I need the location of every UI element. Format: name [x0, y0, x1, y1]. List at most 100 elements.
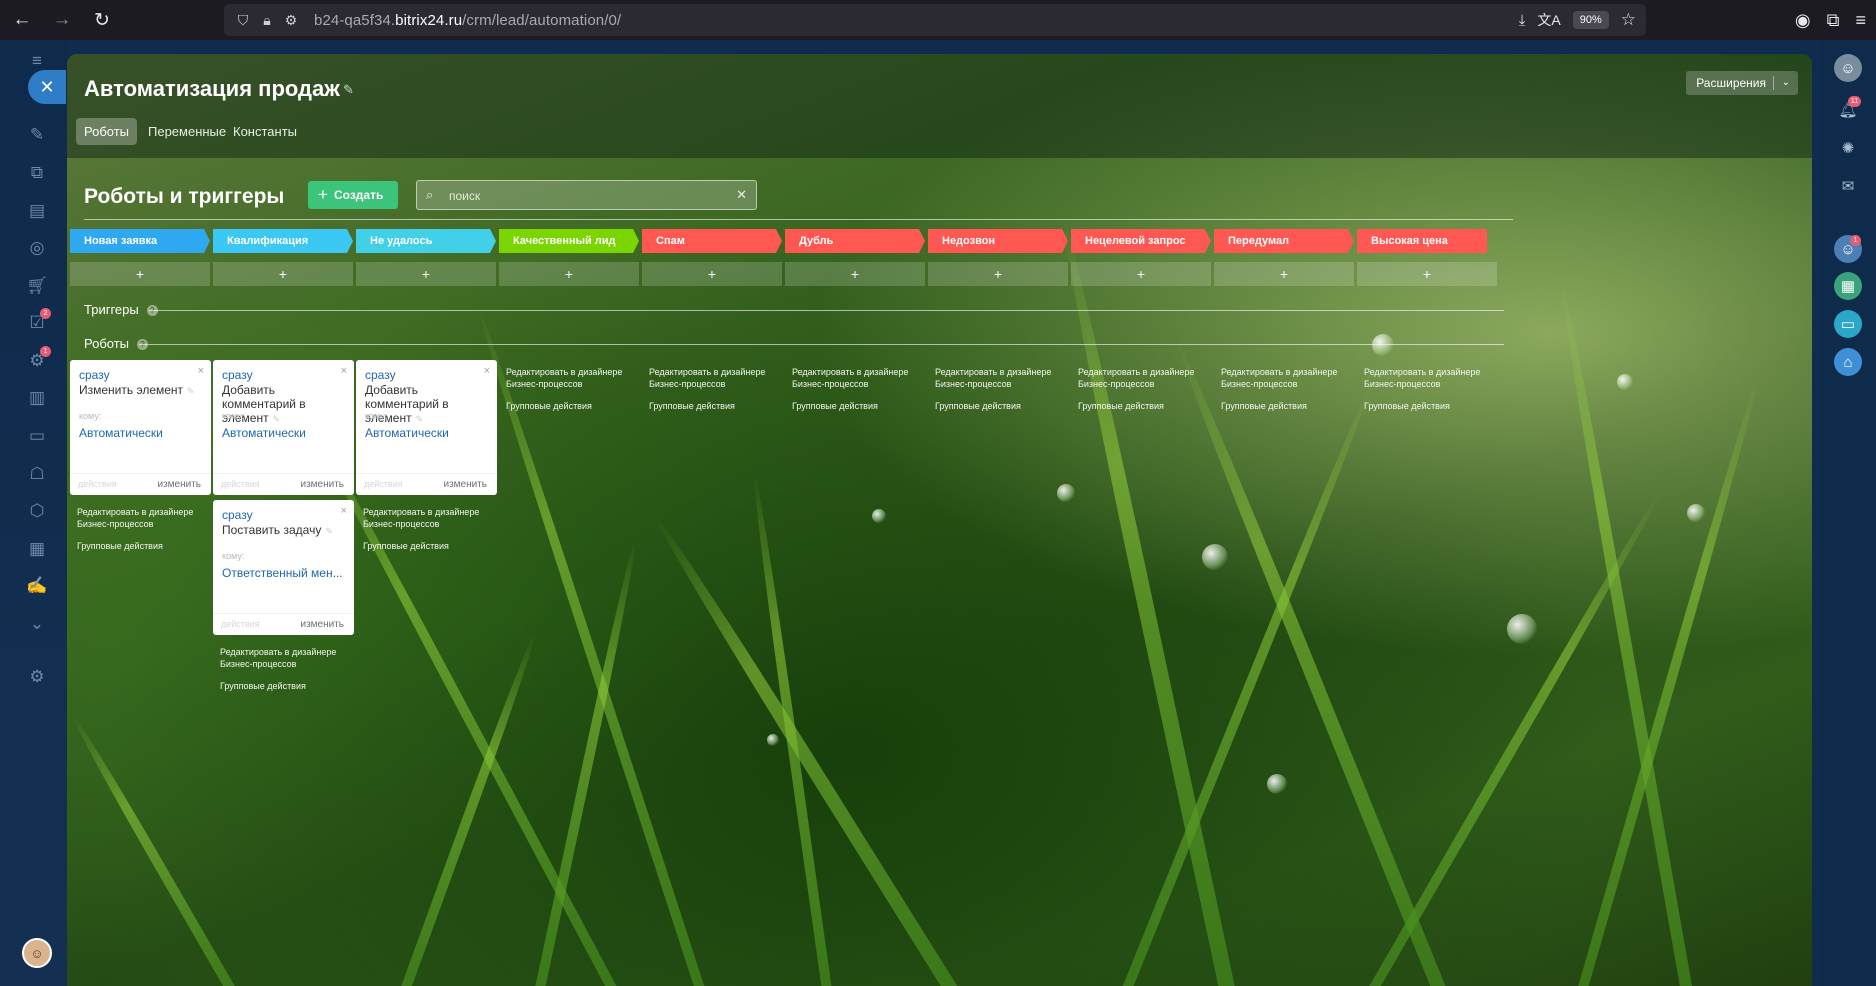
- copy-icon[interactable]: ⧉: [22, 158, 52, 188]
- messenger-icon[interactable]: ✉: [1834, 172, 1862, 200]
- group-actions-link[interactable]: Групповые действия: [220, 680, 336, 692]
- designer-link[interactable]: Редактировать в дизайнере: [649, 366, 765, 378]
- designer-link-line2[interactable]: Бизнес-процессов: [792, 378, 908, 390]
- message-icon[interactable]: ▭: [1834, 310, 1862, 338]
- robot-responsible[interactable]: Автоматически: [79, 426, 205, 440]
- extensions-icon[interactable]: ⧉: [1827, 10, 1840, 31]
- translate-icon[interactable]: 文A: [1537, 10, 1560, 30]
- download-icon[interactable]: ⤓: [1519, 12, 1526, 29]
- designer-link[interactable]: Редактировать в дизайнере: [220, 646, 336, 658]
- robot-actions-link[interactable]: действия: [221, 619, 260, 629]
- designer-link[interactable]: Редактировать в дизайнере: [1221, 366, 1337, 378]
- designer-link-line2[interactable]: Бизнес-процессов: [935, 378, 1051, 390]
- designer-link-line2[interactable]: Бизнес-процессов: [1364, 378, 1480, 390]
- group-actions-link[interactable]: Групповые действия: [1364, 400, 1480, 412]
- settings-icon[interactable]: ⚙: [22, 662, 52, 692]
- document-icon[interactable]: ▦: [22, 534, 52, 564]
- reload-icon[interactable]: ↻: [84, 2, 120, 38]
- designer-link-line2[interactable]: Бизнес-процессов: [649, 378, 765, 390]
- tab-constants[interactable]: Константы: [225, 118, 305, 145]
- robot-card[interactable]: сразу × Поставить задачу ✎ кому: Ответств…: [213, 500, 354, 635]
- close-icon[interactable]: ×: [484, 365, 490, 377]
- url-text[interactable]: b24-qa5f34.bitrix24.ru/crm/lead/automati…: [314, 12, 621, 29]
- stage-spam[interactable]: Спам: [642, 229, 782, 253]
- tab-robots[interactable]: Роботы: [76, 118, 138, 145]
- stage-qualification[interactable]: Квалификация: [213, 229, 353, 253]
- add-trigger-button[interactable]: +: [499, 262, 639, 286]
- tab-variables[interactable]: Переменные: [140, 118, 234, 145]
- robot-actions-link[interactable]: действия: [364, 479, 403, 489]
- pin-icon[interactable]: ✎: [343, 82, 354, 98]
- group-actions-link[interactable]: Групповые действия: [792, 400, 908, 412]
- pencil-icon[interactable]: ✎: [416, 414, 424, 424]
- sites-icon[interactable]: ▭: [22, 421, 52, 451]
- search-box[interactable]: ⌕ ✕: [416, 180, 757, 210]
- target-icon[interactable]: ◎: [22, 233, 52, 263]
- contact-avatar[interactable]: ☺ 1: [1834, 235, 1862, 263]
- stage-irrelevant[interactable]: Нецелевой запрос: [1071, 229, 1211, 253]
- robot-card[interactable]: сразу × Добавить комментарий в элемент ✎ …: [356, 360, 497, 495]
- star-icon[interactable]: ☆: [1621, 10, 1636, 30]
- add-trigger-button[interactable]: +: [356, 262, 496, 286]
- designer-link-line2[interactable]: Бизнес-процессов: [506, 378, 622, 390]
- designer-link-line2[interactable]: Бизнес-процессов: [363, 518, 479, 530]
- robot-edit-link[interactable]: изменить: [300, 479, 344, 490]
- group-actions-link[interactable]: Групповые действия: [363, 540, 479, 552]
- pencil-icon[interactable]: ✎: [325, 526, 333, 536]
- robot-actions-link[interactable]: действия: [78, 479, 117, 489]
- designer-link-line2[interactable]: Бизнес-процессов: [1078, 378, 1194, 390]
- designer-link-line2[interactable]: Бизнес-процессов: [1221, 378, 1337, 390]
- robot-edit-link[interactable]: изменить: [443, 479, 487, 490]
- cube-icon[interactable]: ⬡: [22, 496, 52, 526]
- database-icon[interactable]: ▤: [22, 196, 52, 226]
- robot-edit-link[interactable]: изменить: [300, 619, 344, 630]
- group-actions-link[interactable]: Групповые действия: [506, 400, 622, 412]
- close-icon[interactable]: ✕: [28, 70, 66, 104]
- group-actions-link[interactable]: Групповые действия: [77, 540, 193, 552]
- designer-link[interactable]: Редактировать в дизайнере: [363, 506, 479, 518]
- add-trigger-button[interactable]: +: [213, 262, 353, 286]
- stage-new-lead[interactable]: Новая заявка: [70, 229, 210, 253]
- designer-link[interactable]: Редактировать в дизайнере: [506, 366, 622, 378]
- designer-link[interactable]: Редактировать в дизайнере: [792, 366, 908, 378]
- robot-delay[interactable]: сразу: [222, 368, 253, 382]
- tasks-icon[interactable]: ☑ 2: [22, 308, 52, 338]
- account-icon[interactable]: ◉: [1795, 10, 1811, 31]
- robot-edit-link[interactable]: изменить: [157, 479, 201, 490]
- lock-icon[interactable]: 🔒︎: [256, 9, 278, 31]
- close-icon[interactable]: ×: [341, 365, 347, 377]
- copilot-icon[interactable]: ✺: [1834, 134, 1862, 162]
- robot-icon[interactable]: ☖: [22, 459, 52, 489]
- robot-responsible[interactable]: Автоматически: [365, 426, 491, 440]
- bell-icon[interactable]: 🔔︎ 11: [1834, 96, 1862, 124]
- stage-changed-mind[interactable]: Передумал: [1214, 229, 1354, 253]
- cart-icon[interactable]: 🛒︎: [22, 271, 52, 301]
- group-actions-link[interactable]: Групповые действия: [1078, 400, 1194, 412]
- create-button[interactable]: + Создать: [308, 181, 398, 209]
- chat-icon[interactable]: ▦: [1834, 272, 1862, 300]
- add-trigger-button[interactable]: +: [785, 262, 925, 286]
- designer-link-line2[interactable]: Бизнес-процессов: [77, 518, 193, 530]
- extensions-button[interactable]: Расширения ⌄: [1686, 71, 1798, 95]
- pencil-icon[interactable]: ✎: [187, 386, 195, 396]
- robot-delay[interactable]: сразу: [365, 368, 396, 382]
- pencil-icon[interactable]: ✎: [273, 414, 281, 424]
- designer-link[interactable]: Редактировать в дизайнере: [77, 506, 193, 518]
- robot-delay[interactable]: сразу: [222, 508, 253, 522]
- close-icon[interactable]: ×: [341, 505, 347, 517]
- user-avatar[interactable]: ☺: [22, 938, 52, 968]
- group-actions-link[interactable]: Групповые действия: [649, 400, 765, 412]
- back-icon[interactable]: ←: [4, 2, 40, 38]
- bookmark-icon[interactable]: ⌂: [1834, 348, 1862, 376]
- forward-icon[interactable]: →: [44, 2, 80, 38]
- robot-delay[interactable]: сразу: [79, 368, 110, 382]
- zoom-badge[interactable]: 90%: [1572, 11, 1609, 29]
- stage-no-answer[interactable]: Не удалось дозвониться: [356, 229, 496, 253]
- avatar[interactable]: ☺: [1834, 54, 1862, 82]
- stage-duplicate[interactable]: Дубль: [785, 229, 925, 253]
- designer-link[interactable]: Редактировать в дизайнере: [1078, 366, 1194, 378]
- robot-card[interactable]: сразу × Изменить элемент ✎ кому: Автомати…: [70, 360, 211, 495]
- stage-missed-call[interactable]: Недозвон: [928, 229, 1068, 253]
- menu-icon[interactable]: ≡: [1855, 10, 1866, 31]
- add-trigger-button[interactable]: +: [928, 262, 1068, 286]
